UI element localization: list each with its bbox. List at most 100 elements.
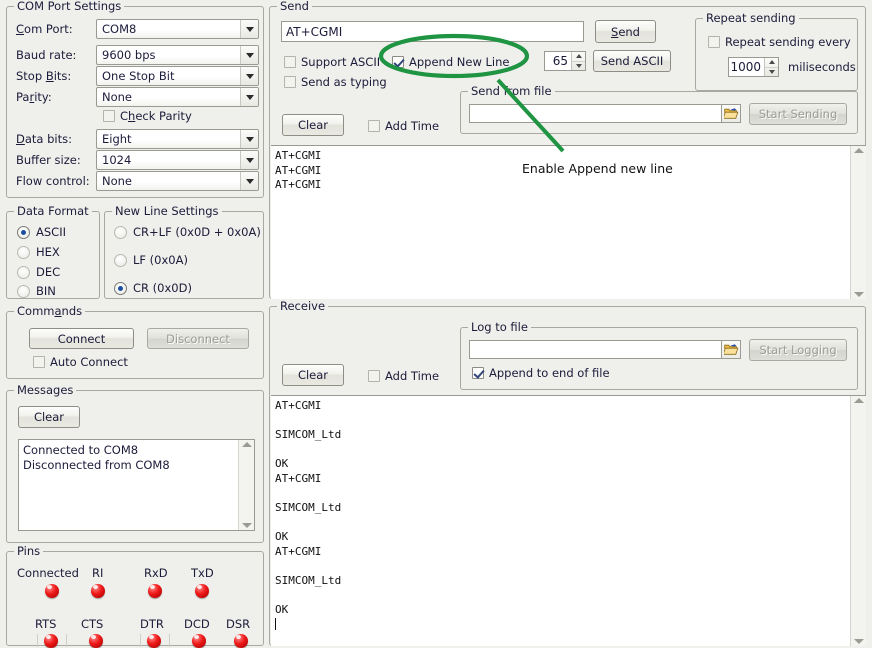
receive-log-text: AT+CGMI SIMCOM_Ltd OK AT+CGMI SIMCOM_Ltd… — [271, 396, 850, 646]
radio-newline-cr[interactable]: CR (0x0D) — [114, 281, 192, 295]
baud-rate-select[interactable]: 9600 bps — [96, 45, 259, 65]
disconnect-button[interactable]: Disconnect — [147, 328, 249, 349]
checkbox-box — [284, 56, 296, 68]
com-port-value: COM8 — [97, 22, 240, 36]
messages-log[interactable]: Connected to COM8 Disconnected from COM8 — [18, 439, 255, 531]
messages-clear-button[interactable]: Clear — [18, 406, 80, 428]
spinner-buttons[interactable] — [764, 58, 778, 76]
append-new-line-label: Append New Line — [409, 55, 510, 69]
log-file-path-input[interactable] — [469, 340, 741, 359]
start-logging-button[interactable]: Start Logging — [749, 339, 847, 361]
commands-group: Commands Connect Disconnect Auto Connect — [6, 311, 264, 379]
ascii-code-spinner[interactable]: 65 — [544, 51, 586, 71]
pin-label-rxd: RxD — [144, 566, 168, 580]
log-file-browse-button[interactable] — [721, 340, 741, 359]
text-caret — [275, 618, 276, 630]
radio-data-format-ascii[interactable]: ASCII — [17, 225, 66, 239]
support-ascii-checkbox[interactable]: Support ASCII — [284, 55, 380, 69]
stop-bits-select[interactable]: One Stop Bit — [96, 66, 259, 86]
check-parity-checkbox[interactable]: Check Parity — [103, 109, 192, 123]
com-port-select[interactable]: COM8 — [96, 19, 259, 39]
flow-control-value: None — [97, 174, 240, 188]
auto-connect-checkbox[interactable]: Auto Connect — [33, 355, 128, 369]
spinner-up-icon[interactable] — [572, 52, 585, 62]
send-as-typing-label: Send as typing — [301, 75, 387, 89]
send-ascii-button[interactable]: Send ASCII — [593, 50, 671, 72]
send-log-scrollbar[interactable] — [850, 146, 866, 299]
send-file-browse-button[interactable] — [721, 104, 741, 123]
receive-clear-button[interactable]: Clear — [282, 364, 344, 386]
chevron-down-icon[interactable] — [240, 130, 258, 148]
radio-data-format-hex[interactable]: HEX — [17, 245, 60, 259]
parity-value: None — [97, 90, 240, 104]
pin-label-txd: TxD — [191, 566, 214, 580]
append-to-end-checkbox[interactable]: Append to end of file — [472, 366, 610, 380]
stop-bits-label: Stop Bits: — [16, 69, 71, 83]
repeat-sending-title: Repeat sending — [703, 12, 799, 24]
append-to-end-label: Append to end of file — [489, 366, 610, 380]
messages-title: Messages — [14, 384, 76, 396]
scroll-down-icon[interactable] — [854, 292, 864, 297]
pin-label-ri: RI — [92, 566, 103, 580]
spinner-down-icon[interactable] — [572, 62, 585, 71]
receive-log-content: AT+CGMI SIMCOM_Ltd OK AT+CGMI SIMCOM_Ltd… — [275, 399, 341, 616]
flow-control-select[interactable]: None — [96, 171, 259, 191]
chevron-down-icon[interactable] — [240, 88, 258, 106]
data-format-title: Data Format — [14, 205, 92, 217]
receive-log[interactable]: AT+CGMI SIMCOM_Ltd OK AT+CGMI SIMCOM_Ltd… — [271, 395, 866, 646]
send-as-typing-checkbox[interactable]: Send as typing — [284, 75, 387, 89]
pin-led-connected — [45, 584, 59, 598]
buffer-size-select[interactable]: 1024 — [96, 150, 259, 170]
scroll-down-icon[interactable] — [854, 639, 864, 644]
connect-button[interactable]: Connect — [29, 328, 134, 349]
com-port-label: Com Port: — [16, 22, 73, 36]
repeat-interval-spinner[interactable]: 1000 — [728, 57, 779, 77]
data-bits-select[interactable]: Eight — [96, 129, 259, 149]
repeat-sending-checkbox[interactable]: Repeat sending every — [708, 35, 851, 49]
scroll-up-icon[interactable] — [854, 148, 864, 153]
clear-label: Clear — [298, 368, 328, 382]
spinner-down-icon[interactable] — [765, 68, 778, 77]
send-file-path-input[interactable] — [469, 104, 741, 123]
spinner-up-icon[interactable] — [765, 58, 778, 68]
spinner-buttons[interactable] — [571, 52, 585, 70]
stop-bits-value: One Stop Bit — [97, 69, 240, 83]
start-sending-button[interactable]: Start Sending — [749, 103, 847, 125]
radio-newline-crlf[interactable]: CR+LF (0x0D + 0x0A) — [114, 225, 261, 239]
send-from-file-title: Send from file — [468, 85, 555, 97]
scroll-up-icon[interactable] — [242, 442, 252, 447]
messages-group: Messages Clear Connected to COM8 Disconn… — [6, 390, 264, 543]
radio-label: CR+LF (0x0D + 0x0A) — [133, 225, 261, 239]
receive-log-scrollbar[interactable] — [850, 396, 866, 646]
radio-data-format-dec[interactable]: DEC — [17, 265, 60, 279]
log-to-file-group: Log to file Start Logging Append to end … — [460, 327, 858, 390]
new-line-settings-title: New Line Settings — [112, 205, 222, 217]
radio-dot — [17, 246, 30, 259]
radio-dot — [17, 285, 30, 298]
buffer-size-label: Buffer size: — [16, 153, 81, 167]
scroll-up-icon[interactable] — [854, 398, 864, 403]
scroll-down-icon[interactable] — [242, 523, 252, 528]
messages-scrollbar[interactable] — [238, 440, 254, 530]
data-bits-label: Data bits: — [16, 132, 72, 146]
send-ascii-label: Send ASCII — [601, 54, 664, 68]
support-ascii-label: Support ASCII — [301, 55, 380, 69]
chevron-down-icon[interactable] — [240, 151, 258, 169]
new-line-settings-group: New Line Settings CR+LF (0x0D + 0x0A) LF… — [104, 211, 264, 299]
send-button[interactable]: Send — [595, 20, 656, 43]
chevron-down-icon[interactable] — [240, 46, 258, 64]
checkbox-box — [472, 367, 484, 379]
pin-led-ri — [91, 584, 105, 598]
parity-select[interactable]: None — [96, 87, 259, 107]
radio-newline-lf[interactable]: LF (0x0A) — [114, 253, 188, 267]
send-add-time-checkbox[interactable]: Add Time — [368, 119, 439, 133]
append-new-line-checkbox[interactable]: Append New Line — [392, 55, 510, 69]
receive-add-time-checkbox[interactable]: Add Time — [368, 369, 439, 383]
send-clear-button[interactable]: Clear — [282, 114, 344, 136]
radio-data-format-bin[interactable]: BIN — [17, 284, 56, 298]
pin-led-txd — [195, 584, 209, 598]
send-command-input[interactable]: AT+CGMI — [281, 21, 584, 42]
chevron-down-icon[interactable] — [240, 67, 258, 85]
chevron-down-icon[interactable] — [240, 20, 258, 38]
chevron-down-icon[interactable] — [240, 172, 258, 190]
